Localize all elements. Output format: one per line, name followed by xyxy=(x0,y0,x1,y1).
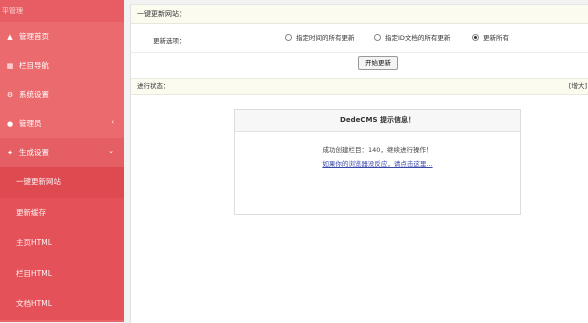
dashboard-icon: ▲ xyxy=(7,32,13,41)
status-bar: 进行状态： [增大] xyxy=(131,78,588,95)
dialog-continue-link[interactable]: 如果你的浏览器没反应，请点击这里... xyxy=(235,158,520,168)
chevron-left-icon: ‹ xyxy=(111,118,114,126)
options-label: 更新选项： xyxy=(153,37,186,45)
dialog-body: 成功创建栏目：140，继续进行操作！ 如果你的浏览器没反应，请点击这里... xyxy=(235,132,520,168)
sidebar-item-admin[interactable]: ● 管理员 ‹ xyxy=(0,109,124,138)
submenu-item-update-cache[interactable]: 更新缓存 xyxy=(0,198,124,229)
gear-icon: ⚙ xyxy=(6,90,14,99)
sidebar-item-label: 栏目导航 xyxy=(19,61,49,70)
submenu-item-category-html[interactable]: 栏目HTML xyxy=(0,259,124,290)
sidebar-item-navigation[interactable]: ▦ 栏目导航 xyxy=(0,51,124,80)
sidebar-item-dashboard[interactable]: ▲ 管理首页 xyxy=(0,22,124,51)
submenu-item-home-html[interactable]: 主页HTML xyxy=(0,228,124,259)
sidebar-item-generate[interactable]: ✦ 生成设置 ⌄ xyxy=(0,138,124,167)
sidebar-item-label: 生成设置 xyxy=(19,148,49,157)
sidebar-brand: 平管理 xyxy=(0,0,124,22)
grid-icon: ▦ xyxy=(6,61,14,70)
message-dialog: DedeCMS 提示信息！ 成功创建栏目：140，继续进行操作！ 如果你的浏览器… xyxy=(234,109,521,215)
sidebar-item-label: 系统设置 xyxy=(19,90,49,99)
main-content: 一键更新网站： 更新选项： 指定时间的所有更新 指定ID文档的所有更新 更新所有… xyxy=(130,4,588,323)
build-icon: ✦ xyxy=(7,148,13,157)
sidebar-item-label: 管理首页 xyxy=(19,32,49,41)
sidebar-item-settings[interactable]: ⚙ 系统设置 xyxy=(0,80,124,109)
radio-update-all[interactable]: 更新所有 xyxy=(472,32,509,42)
sidebar-item-label: 管理员 xyxy=(19,119,42,128)
panel-title: 一键更新网站： xyxy=(131,5,588,24)
dialog-title: DedeCMS 提示信息！ xyxy=(235,110,520,132)
dialog-message: 成功创建栏目：140，继续进行操作！ xyxy=(322,146,433,154)
sidebar-submenu: 一键更新网站 更新缓存 主页HTML 栏目HTML 文档HTML xyxy=(0,167,124,320)
radio-circle-checked[interactable] xyxy=(472,33,479,41)
submenu-item-update-site[interactable]: 一键更新网站 xyxy=(0,167,124,198)
radio-by-time[interactable]: 指定时间的所有更新 xyxy=(285,32,355,42)
radio-circle[interactable] xyxy=(285,33,292,41)
enlarge-link[interactable]: [增大] xyxy=(569,79,587,94)
sidebar: 平管理 ▲ 管理首页 ▦ 栏目导航 ⚙ 系统设置 ● 管理员 ‹ ✦ 生成设置 … xyxy=(0,0,124,322)
radio-by-id[interactable]: 指定ID文档的所有更新 xyxy=(374,32,450,42)
start-update-button[interactable]: 开始更新 xyxy=(358,56,398,70)
user-icon: ● xyxy=(6,119,14,128)
submenu-item-article-html[interactable]: 文档HTML xyxy=(0,289,124,320)
chevron-down-icon: ⌄ xyxy=(108,147,114,155)
radio-circle[interactable] xyxy=(374,33,381,41)
divider xyxy=(131,52,588,53)
update-options-row: 更新选项： 指定时间的所有更新 指定ID文档的所有更新 更新所有 xyxy=(131,28,588,48)
status-label: 进行状态： xyxy=(137,82,170,90)
